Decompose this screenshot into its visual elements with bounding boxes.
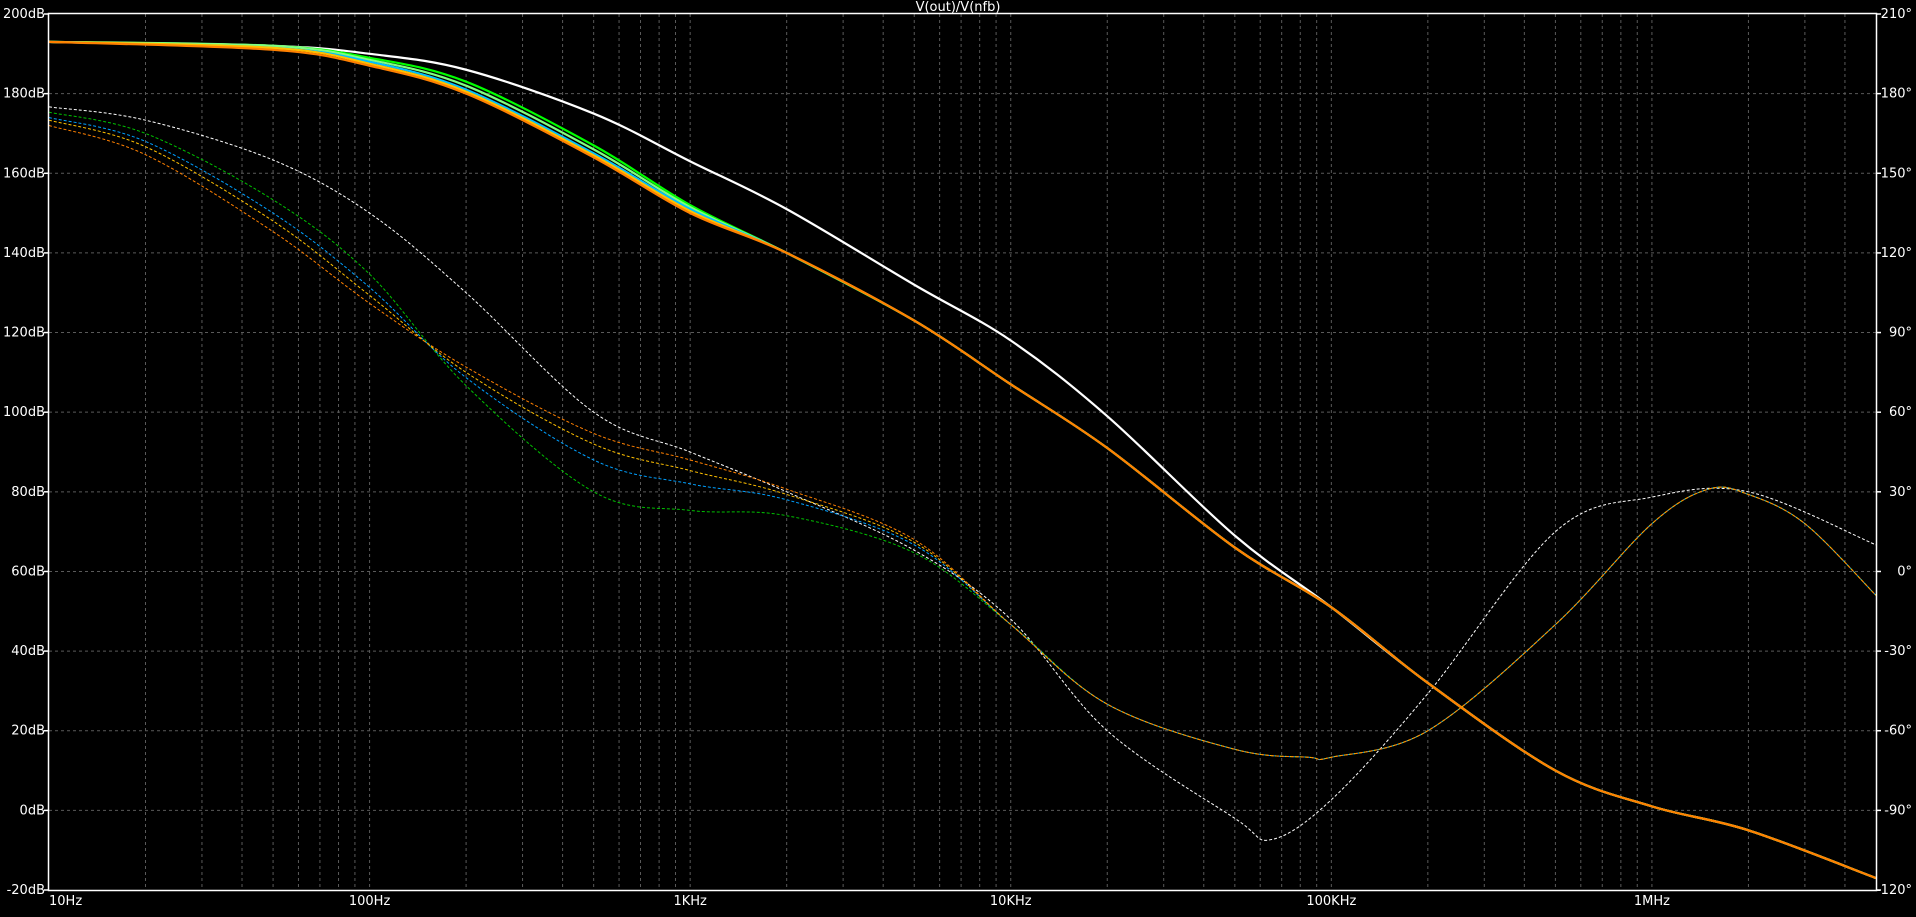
plot-background (0, 0, 1916, 917)
y-left-tick-label: 180dB (3, 87, 45, 102)
x-tick-label: 1MHz (1634, 894, 1670, 909)
y-left-tick-label: 80dB (11, 485, 45, 500)
y-right-tick-label: -30° (1884, 644, 1912, 659)
bode-plot: V(out)/V(nfb) 10Hz 100Hz 1KHz 10KHz 100KHz 1M… (0, 0, 1916, 917)
y-left-tick-label: 20dB (11, 724, 45, 739)
x-tick-label: 100Hz (349, 894, 391, 909)
y-right-tick-label: 90° (1889, 326, 1912, 341)
y-right-tick-label: -90° (1884, 803, 1912, 818)
y-left-tick-label: 100dB (3, 405, 45, 420)
y-right-tick-label: 60° (1889, 405, 1912, 420)
x-tick-label: 10Hz (49, 894, 82, 909)
y-right-tick-label: 120° (1881, 246, 1912, 261)
x-tick-label: 100KHz (1306, 894, 1356, 909)
y-left-tick-label: 160dB (3, 166, 45, 181)
y-left-tick-label: 140dB (3, 246, 45, 261)
y-right-tick-label: 150° (1881, 166, 1912, 181)
y-left-tick-label: 0dB (20, 803, 45, 818)
x-tick-label: 1KHz (673, 894, 707, 909)
y-left-tick-label: 40dB (11, 644, 45, 659)
y-left-tick-label: 60dB (11, 564, 45, 579)
y-right-tick-label: -120° (1876, 883, 1912, 898)
y-right-tick-label: 0° (1897, 564, 1912, 579)
y-left-tick-label: -20dB (7, 883, 45, 898)
y-right-tick-label: 30° (1889, 485, 1912, 500)
y-right-tick-label: 180° (1881, 87, 1912, 102)
y-left-tick-label: 120dB (3, 326, 45, 341)
x-tick-label: 10KHz (990, 894, 1032, 909)
y-right-tick-label: -60° (1884, 724, 1912, 739)
y-right-tick-label: 210° (1881, 7, 1912, 22)
y-left-tick-label: 200dB (3, 7, 45, 22)
